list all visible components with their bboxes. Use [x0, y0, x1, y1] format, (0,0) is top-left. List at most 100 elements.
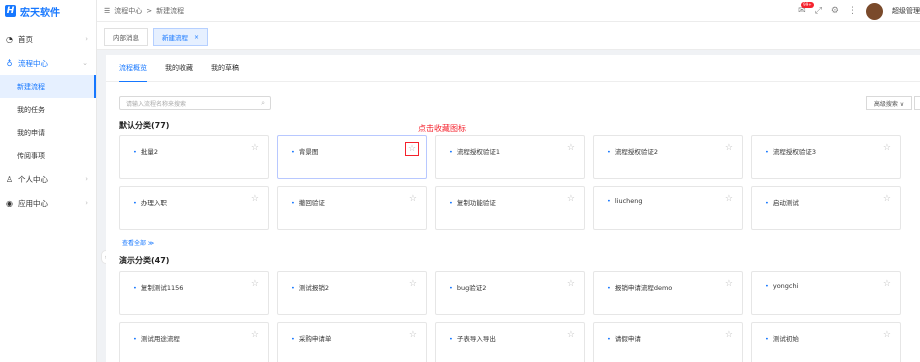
flow-card[interactable]: 撤回验证 ☆ [277, 186, 427, 230]
sidebar-item-personal[interactable]: ♙ 个人中心 › [0, 167, 96, 191]
tab-my-drafts[interactable]: 我的草稿 [211, 55, 239, 82]
flow-card[interactable]: 采购申请单 ☆ [277, 322, 427, 362]
flow-card[interactable]: bug验证2 ☆ [435, 271, 585, 315]
sidebar-sub-my-tasks[interactable]: 我的任务 [0, 98, 96, 121]
fullscreen-icon[interactable]: ⤢ [815, 6, 822, 16]
flow-card[interactable]: 流程授权验证1 ☆ [435, 135, 585, 179]
sidebar-item-flow-center[interactable]: ♁ 流程中心 ⌄ [0, 51, 96, 75]
settings-icon[interactable]: ⚙ [831, 6, 839, 16]
flow-card-label: 背景图 [291, 146, 319, 156]
advanced-search-button[interactable]: 高级搜索 ∨ [866, 96, 912, 110]
star-icon[interactable]: ☆ [883, 330, 891, 340]
tab-label: 新建流程 [162, 34, 188, 42]
flow-card-label: 流程授权验证3 [765, 146, 816, 156]
group-title: 演示分类(47) [119, 256, 170, 265]
star-icon[interactable]: ☆ [251, 279, 259, 289]
chevron-right-icon: › [85, 35, 88, 43]
star-icon[interactable]: ☆ [251, 143, 259, 153]
flow-card[interactable]: 子表导入导出 ☆ [435, 322, 585, 362]
flow-card[interactable]: 办理入职 ☆ [119, 186, 269, 230]
sidebar-item-label: 应用中心 [18, 198, 48, 208]
notification-icon[interactable]: ✉ 99+ [798, 2, 814, 16]
flow-card[interactable]: 测试报销2 ☆ [277, 271, 427, 315]
chevron-down-icon: ⌄ [82, 59, 88, 67]
sidebar-item-label: 个人中心 [18, 174, 48, 184]
flow-card-label: 测试用途流程 [133, 333, 180, 343]
show-all-link[interactable]: 查看全部 ≫ [122, 238, 154, 247]
flow-card[interactable]: 启动测试 ☆ [751, 186, 901, 230]
sidebar-item-label: 流程中心 [18, 58, 48, 68]
sidebar-sub-my-requests[interactable]: 我的申请 [0, 121, 96, 144]
flow-card[interactable]: 复制测试1156 ☆ [119, 271, 269, 315]
flow-card-label: 复制测试1156 [133, 282, 184, 292]
topbar-actions: ✉99+ ⤢ ⚙ ⋮ 超级管理员 [798, 0, 920, 22]
tab-flow-overview[interactable]: 流程概览 [119, 55, 147, 82]
star-icon[interactable]: ☆ [567, 194, 575, 204]
subnav: 流程概览 我的收藏 我的草稿 [106, 55, 920, 82]
flow-card-label: 测试报销2 [291, 282, 329, 292]
flow-card-label: 采购申请单 [291, 333, 332, 343]
star-icon[interactable]: ☆ [251, 330, 259, 340]
user-icon: ♙ [5, 174, 14, 184]
flow-card-label: 子表导入导出 [449, 333, 496, 343]
flow-card-label: bug验证2 [449, 282, 487, 292]
sidebar-item-label: 首页 [18, 34, 33, 44]
app-icon: ◉ [6, 198, 13, 208]
tab-label: 内部消息 [113, 34, 139, 42]
flow-card[interactable]: 测试初始 ☆ [751, 322, 901, 362]
main-content: 流程概览 我的收藏 我的草稿 请输入流程名称来搜索 ⌕ 高级搜索 ∨ 默认分类(… [106, 55, 920, 362]
star-icon[interactable]: ☆ [567, 279, 575, 289]
extra-button[interactable] [914, 96, 920, 110]
flow-card-label: liucheng [607, 197, 643, 205]
flow-card[interactable]: 请假申请 ☆ [593, 322, 743, 362]
breadcrumb-item: 新建流程 [156, 6, 185, 15]
flow-card[interactable]: 流程授权验证3 ☆ [751, 135, 901, 179]
search-input[interactable]: 请输入流程名称来搜索 ⌕ [119, 96, 271, 110]
flow-card[interactable]: yongchi ☆ [751, 271, 901, 315]
star-icon[interactable]: ☆ [883, 194, 891, 204]
flow-icon: ♁ [6, 58, 13, 68]
star-icon[interactable]: ☆ [409, 279, 417, 289]
app-name: 宏天软件 [20, 7, 60, 19]
flow-card[interactable]: 报销申请流程demo ☆ [593, 271, 743, 315]
star-icon[interactable]: ☆ [883, 279, 891, 289]
sidebar-sub-circulated[interactable]: 传阅事项 [0, 144, 96, 167]
star-icon[interactable]: ☆ [883, 143, 891, 153]
breadcrumb-separator: > [146, 6, 153, 15]
page-tabs: 内部消息 新建流程 × [97, 22, 920, 50]
tab-new-flow[interactable]: 新建流程 × [153, 28, 209, 46]
star-icon[interactable]: ☆ [725, 143, 733, 153]
star-icon[interactable]: ☆ [567, 143, 575, 153]
flow-card[interactable]: 流程授权验证2 ☆ [593, 135, 743, 179]
star-icon[interactable]: ☆ [409, 330, 417, 340]
search-icon[interactable]: ⌕ [261, 99, 265, 108]
flow-card[interactable]: 测试用途流程 ☆ [119, 322, 269, 362]
breadcrumb-item[interactable]: 流程中心 [114, 6, 142, 16]
flow-card[interactable]: 背景图 ☆ [277, 135, 427, 179]
notification-badge: 99+ [801, 2, 814, 8]
sidebar-item-home[interactable]: ◔ 首页 › [0, 27, 96, 51]
tab-my-favorites[interactable]: 我的收藏 [165, 55, 193, 82]
star-icon[interactable]: ☆ [725, 279, 733, 289]
chevron-right-icon: › [85, 175, 88, 183]
more-icon[interactable]: ⋮ [848, 6, 857, 16]
menu-toggle-icon[interactable]: ☰ [104, 7, 110, 15]
search-placeholder: 请输入流程名称来搜索 [126, 100, 187, 108]
star-icon[interactable]: ☆ [405, 142, 419, 156]
flow-card[interactable]: 复制功能验证 ☆ [435, 186, 585, 230]
tab-internal-messages[interactable]: 内部消息 [104, 28, 148, 46]
star-icon[interactable]: ☆ [567, 330, 575, 340]
flow-card[interactable]: 批量2 ☆ [119, 135, 269, 179]
sidebar-sub-new-flow[interactable]: 新建流程 [0, 75, 96, 98]
star-icon[interactable]: ☆ [725, 194, 733, 204]
star-icon[interactable]: ☆ [409, 194, 417, 204]
sidebar-item-apps[interactable]: ◉ 应用中心 › [0, 191, 96, 215]
flow-card-label: 报销申请流程demo [607, 282, 672, 292]
flow-card[interactable]: liucheng ☆ [593, 186, 743, 230]
username[interactable]: 超级管理员 [892, 6, 920, 16]
star-icon[interactable]: ☆ [725, 330, 733, 340]
close-icon[interactable]: × [194, 34, 199, 41]
avatar[interactable] [866, 2, 883, 20]
flow-card-label: 撤回验证 [291, 197, 325, 207]
star-icon[interactable]: ☆ [251, 194, 259, 204]
